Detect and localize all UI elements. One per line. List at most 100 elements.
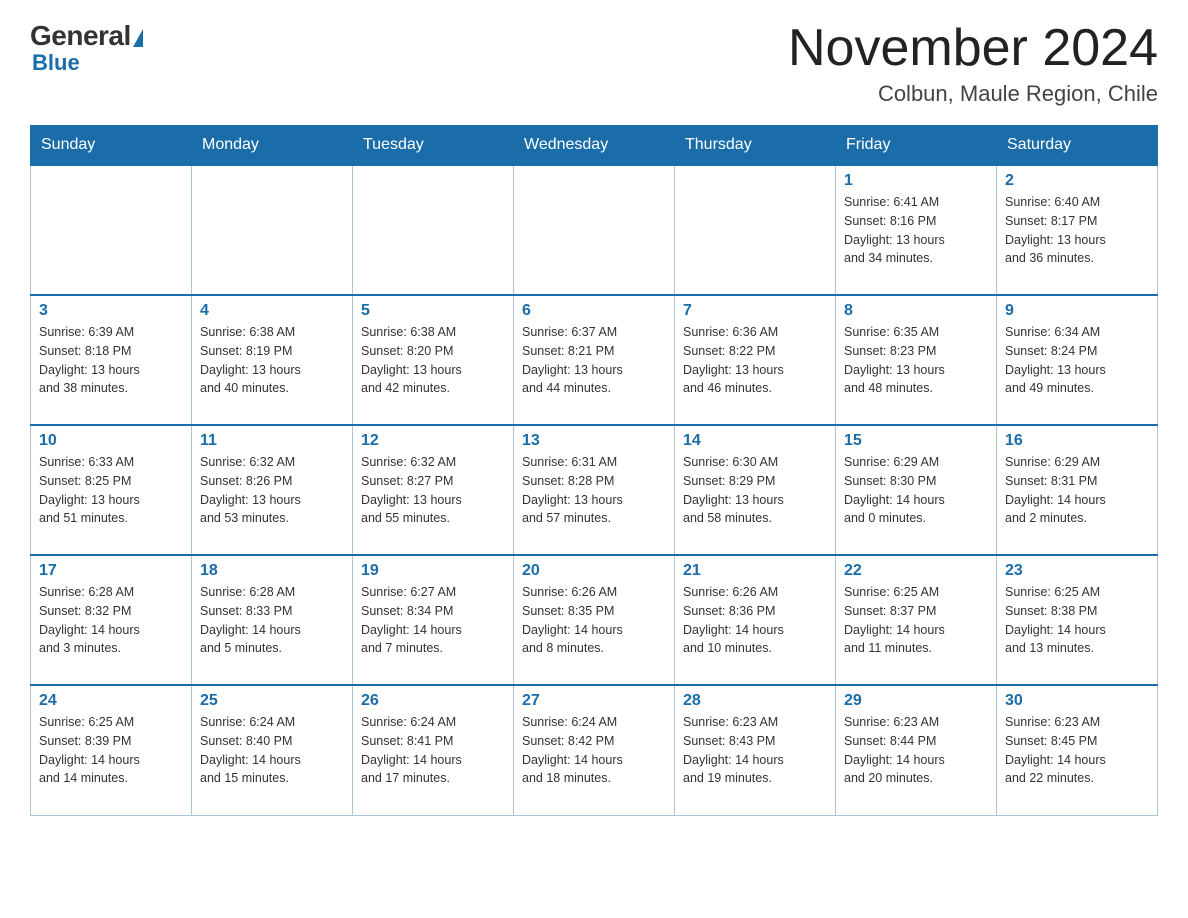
day-number: 11 xyxy=(200,432,344,450)
calendar-cell: 28 Sunrise: 6:23 AM Sunset: 8:43 PM Dayli… xyxy=(675,685,836,815)
calendar-cell xyxy=(514,165,675,295)
day-number: 20 xyxy=(522,562,666,580)
day-info: Sunrise: 6:41 AM Sunset: 8:16 PM Dayligh… xyxy=(844,193,988,268)
day-number: 1 xyxy=(844,172,988,190)
day-info: Sunrise: 6:29 AM Sunset: 8:31 PM Dayligh… xyxy=(1005,453,1149,528)
calendar-cell: 16 Sunrise: 6:29 AM Sunset: 8:31 PM Dayli… xyxy=(997,425,1158,555)
day-info: Sunrise: 6:25 AM Sunset: 8:38 PM Dayligh… xyxy=(1005,583,1149,658)
calendar-table: SundayMondayTuesdayWednesdayThursdayFrid… xyxy=(30,125,1158,816)
day-info: Sunrise: 6:28 AM Sunset: 8:32 PM Dayligh… xyxy=(39,583,183,658)
day-number: 5 xyxy=(361,302,505,320)
day-number: 24 xyxy=(39,692,183,710)
day-info: Sunrise: 6:38 AM Sunset: 8:19 PM Dayligh… xyxy=(200,323,344,398)
day-header-thursday: Thursday xyxy=(675,126,836,166)
day-number: 23 xyxy=(1005,562,1149,580)
day-info: Sunrise: 6:24 AM Sunset: 8:42 PM Dayligh… xyxy=(522,713,666,788)
day-info: Sunrise: 6:34 AM Sunset: 8:24 PM Dayligh… xyxy=(1005,323,1149,398)
logo: General Blue xyxy=(30,20,143,76)
calendar-week-row: 17Sunrise: 6:28 AM Sunset: 8:32 PM Dayli… xyxy=(31,555,1158,685)
calendar-cell: 18Sunrise: 6:28 AM Sunset: 8:33 PM Dayli… xyxy=(192,555,353,685)
calendar-cell xyxy=(31,165,192,295)
day-number: 9 xyxy=(1005,302,1149,320)
calendar-cell: 10 Sunrise: 6:33 AM Sunset: 8:25 PM Dayli… xyxy=(31,425,192,555)
calendar-cell: 2 Sunrise: 6:40 AM Sunset: 8:17 PM Daylig… xyxy=(997,165,1158,295)
day-info: Sunrise: 6:25 AM Sunset: 8:39 PM Dayligh… xyxy=(39,713,183,788)
day-number: 18 xyxy=(200,562,344,580)
day-info: Sunrise: 6:24 AM Sunset: 8:41 PM Dayligh… xyxy=(361,713,505,788)
calendar-cell: 12 Sunrise: 6:32 AM Sunset: 8:27 PM Dayli… xyxy=(353,425,514,555)
day-info: Sunrise: 6:37 AM Sunset: 8:21 PM Dayligh… xyxy=(522,323,666,398)
day-number: 10 xyxy=(39,432,183,450)
day-number: 7 xyxy=(683,302,827,320)
calendar-header-row: SundayMondayTuesdayWednesdayThursdayFrid… xyxy=(31,126,1158,166)
logo-triangle-icon xyxy=(133,29,143,47)
day-number: 2 xyxy=(1005,172,1149,190)
day-info: Sunrise: 6:30 AM Sunset: 8:29 PM Dayligh… xyxy=(683,453,827,528)
day-header-sunday: Sunday xyxy=(31,126,192,166)
calendar-cell: 25 Sunrise: 6:24 AM Sunset: 8:40 PM Dayli… xyxy=(192,685,353,815)
calendar-cell: 20 Sunrise: 6:26 AM Sunset: 8:35 PM Dayli… xyxy=(514,555,675,685)
day-header-tuesday: Tuesday xyxy=(353,126,514,166)
calendar-cell: 19 Sunrise: 6:27 AM Sunset: 8:34 PM Dayli… xyxy=(353,555,514,685)
day-info: Sunrise: 6:32 AM Sunset: 8:27 PM Dayligh… xyxy=(361,453,505,528)
day-info: Sunrise: 6:32 AM Sunset: 8:26 PM Dayligh… xyxy=(200,453,344,528)
day-info: Sunrise: 6:24 AM Sunset: 8:40 PM Dayligh… xyxy=(200,713,344,788)
calendar-cell: 15 Sunrise: 6:29 AM Sunset: 8:30 PM Dayli… xyxy=(836,425,997,555)
logo-general-text: General xyxy=(30,20,131,52)
calendar-cell: 23 Sunrise: 6:25 AM Sunset: 8:38 PM Dayli… xyxy=(997,555,1158,685)
calendar-week-row: 24 Sunrise: 6:25 AM Sunset: 8:39 PM Dayli… xyxy=(31,685,1158,815)
calendar-cell: 8 Sunrise: 6:35 AM Sunset: 8:23 PM Daylig… xyxy=(836,295,997,425)
calendar-cell: 9 Sunrise: 6:34 AM Sunset: 8:24 PM Daylig… xyxy=(997,295,1158,425)
day-number: 16 xyxy=(1005,432,1149,450)
day-number: 15 xyxy=(844,432,988,450)
day-header-saturday: Saturday xyxy=(997,126,1158,166)
day-header-friday: Friday xyxy=(836,126,997,166)
day-info: Sunrise: 6:35 AM Sunset: 8:23 PM Dayligh… xyxy=(844,323,988,398)
month-title: November 2024 xyxy=(788,20,1158,77)
calendar-cell: 1 Sunrise: 6:41 AM Sunset: 8:16 PM Daylig… xyxy=(836,165,997,295)
calendar-cell: 26Sunrise: 6:24 AM Sunset: 8:41 PM Dayli… xyxy=(353,685,514,815)
day-number: 27 xyxy=(522,692,666,710)
day-info: Sunrise: 6:39 AM Sunset: 8:18 PM Dayligh… xyxy=(39,323,183,398)
location-title: Colbun, Maule Region, Chile xyxy=(788,81,1158,107)
day-info: Sunrise: 6:31 AM Sunset: 8:28 PM Dayligh… xyxy=(522,453,666,528)
day-number: 28 xyxy=(683,692,827,710)
calendar-cell: 14Sunrise: 6:30 AM Sunset: 8:29 PM Dayli… xyxy=(675,425,836,555)
calendar-cell: 22Sunrise: 6:25 AM Sunset: 8:37 PM Dayli… xyxy=(836,555,997,685)
page-header: General Blue November 2024 Colbun, Maule… xyxy=(30,20,1158,107)
day-number: 25 xyxy=(200,692,344,710)
calendar-cell: 3 Sunrise: 6:39 AM Sunset: 8:18 PM Daylig… xyxy=(31,295,192,425)
day-info: Sunrise: 6:27 AM Sunset: 8:34 PM Dayligh… xyxy=(361,583,505,658)
day-number: 4 xyxy=(200,302,344,320)
day-info: Sunrise: 6:23 AM Sunset: 8:44 PM Dayligh… xyxy=(844,713,988,788)
calendar-cell: 4 Sunrise: 6:38 AM Sunset: 8:19 PM Daylig… xyxy=(192,295,353,425)
calendar-week-row: 1 Sunrise: 6:41 AM Sunset: 8:16 PM Daylig… xyxy=(31,165,1158,295)
calendar-week-row: 10 Sunrise: 6:33 AM Sunset: 8:25 PM Dayli… xyxy=(31,425,1158,555)
day-info: Sunrise: 6:33 AM Sunset: 8:25 PM Dayligh… xyxy=(39,453,183,528)
day-number: 12 xyxy=(361,432,505,450)
title-area: November 2024 Colbun, Maule Region, Chil… xyxy=(788,20,1158,107)
calendar-cell: 21Sunrise: 6:26 AM Sunset: 8:36 PM Dayli… xyxy=(675,555,836,685)
calendar-cell: 29 Sunrise: 6:23 AM Sunset: 8:44 PM Dayli… xyxy=(836,685,997,815)
day-info: Sunrise: 6:40 AM Sunset: 8:17 PM Dayligh… xyxy=(1005,193,1149,268)
day-number: 29 xyxy=(844,692,988,710)
day-info: Sunrise: 6:29 AM Sunset: 8:30 PM Dayligh… xyxy=(844,453,988,528)
calendar-cell: 24 Sunrise: 6:25 AM Sunset: 8:39 PM Dayli… xyxy=(31,685,192,815)
day-info: Sunrise: 6:23 AM Sunset: 8:45 PM Dayligh… xyxy=(1005,713,1149,788)
day-header-wednesday: Wednesday xyxy=(514,126,675,166)
day-info: Sunrise: 6:23 AM Sunset: 8:43 PM Dayligh… xyxy=(683,713,827,788)
day-header-monday: Monday xyxy=(192,126,353,166)
day-number: 30 xyxy=(1005,692,1149,710)
day-number: 3 xyxy=(39,302,183,320)
day-info: Sunrise: 6:25 AM Sunset: 8:37 PM Dayligh… xyxy=(844,583,988,658)
day-number: 8 xyxy=(844,302,988,320)
calendar-cell: 11 Sunrise: 6:32 AM Sunset: 8:26 PM Dayli… xyxy=(192,425,353,555)
day-info: Sunrise: 6:26 AM Sunset: 8:35 PM Dayligh… xyxy=(522,583,666,658)
day-number: 19 xyxy=(361,562,505,580)
day-number: 13 xyxy=(522,432,666,450)
calendar-week-row: 3 Sunrise: 6:39 AM Sunset: 8:18 PM Daylig… xyxy=(31,295,1158,425)
calendar-cell: 13 Sunrise: 6:31 AM Sunset: 8:28 PM Dayli… xyxy=(514,425,675,555)
calendar-cell: 7Sunrise: 6:36 AM Sunset: 8:22 PM Daylig… xyxy=(675,295,836,425)
day-number: 6 xyxy=(522,302,666,320)
calendar-cell: 30 Sunrise: 6:23 AM Sunset: 8:45 PM Dayli… xyxy=(997,685,1158,815)
